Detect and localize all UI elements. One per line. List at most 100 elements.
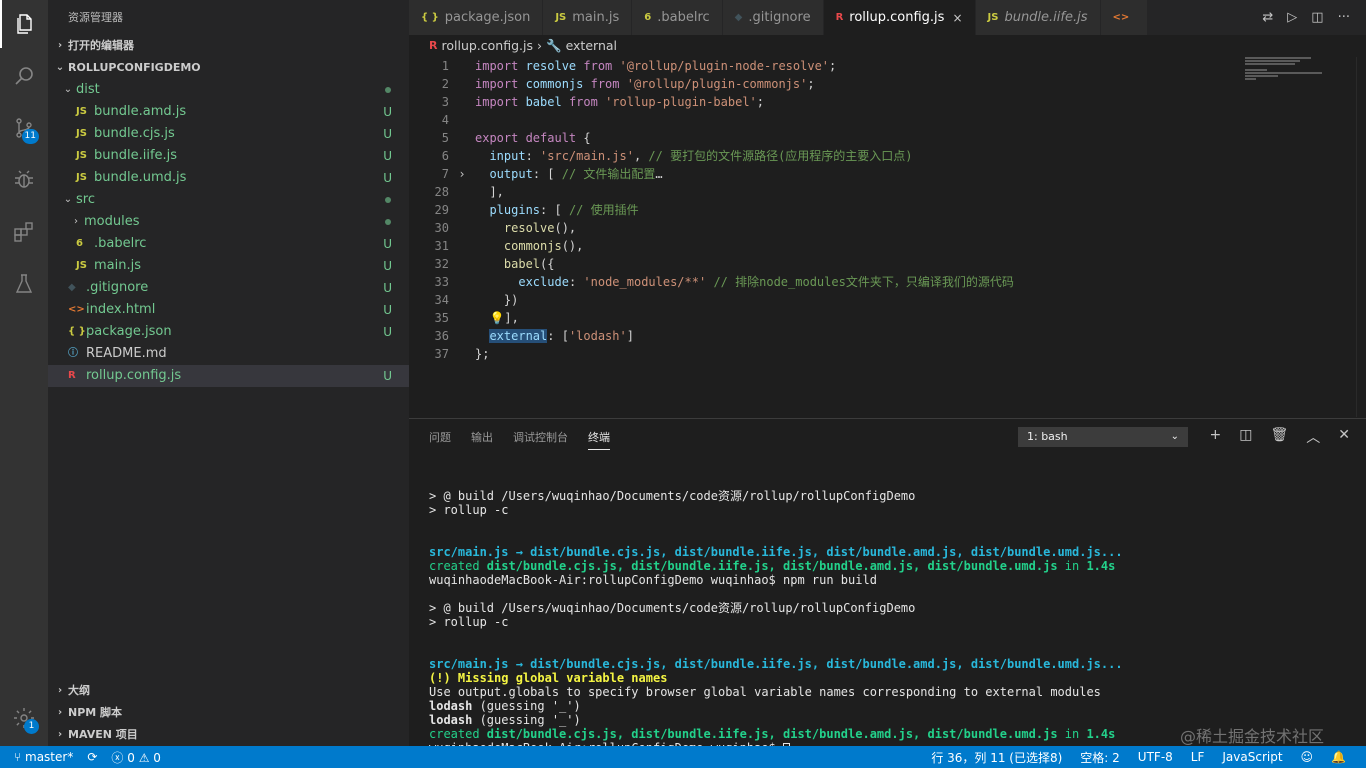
rollup-file-icon: R (429, 39, 438, 52)
eol[interactable]: LF (1191, 750, 1205, 764)
code-token: exclude (518, 275, 569, 289)
code-token: 'rollup-plugin-babel' (605, 95, 757, 109)
editor-tab[interactable]: <> (1100, 0, 1149, 35)
tree-item[interactable]: Rrollup.config.js U (48, 365, 409, 387)
tree-item[interactable]: 6 .babelrc U (48, 233, 409, 255)
code-token: '@rollup/plugin-node-resolve' (619, 59, 830, 73)
breadcrumb-symbol[interactable]: external (566, 35, 617, 57)
breadcrumb-file[interactable]: rollup.config.js (441, 35, 533, 57)
watermark: @稀土掘金技术社区 (1180, 727, 1325, 746)
tree-item[interactable]: ⓘ README.md (48, 343, 409, 365)
language-mode[interactable]: JavaScript (1222, 750, 1282, 764)
line-number: 3 (441, 95, 449, 109)
explorer-icon[interactable] (0, 0, 48, 48)
tree-item[interactable]: ◆ .gitignore U (48, 277, 409, 299)
outline-section[interactable]: › 大纲 (48, 680, 409, 702)
maximize-panel-icon[interactable]: ︿ (1306, 427, 1320, 447)
code-token: 'node_modules/**' (583, 275, 707, 289)
cursor-position[interactable]: 行 36，列 11 (已选择8) (931, 749, 1062, 766)
code-line: 34 }) (409, 291, 1349, 309)
panel-tab[interactable]: 调试控制台 (513, 429, 568, 445)
line-number: 35 (434, 311, 449, 325)
terminal-text: created (429, 727, 487, 741)
code-line: 31 commonjs(), (409, 237, 1349, 255)
code-line: 37}; (409, 345, 1349, 363)
fold-gutter (449, 291, 475, 309)
notifications-icon[interactable]: 🔔 (1331, 750, 1346, 764)
branch-item[interactable]: ⑂ master* (14, 750, 73, 764)
fold-gutter (449, 93, 475, 111)
line-number: 37 (434, 347, 449, 361)
tree-item[interactable]: JS bundle.cjs.js U (48, 123, 409, 145)
tree-item[interactable]: <> index.html U (48, 299, 409, 321)
line-number: 34 (434, 293, 449, 307)
run-icon[interactable]: ▷ (1287, 10, 1297, 25)
panel-tab[interactable]: 问题 (429, 429, 451, 445)
code-token: ; (807, 77, 815, 91)
split-terminal-icon[interactable]: ◫ (1239, 427, 1252, 447)
extensions-icon[interactable] (0, 208, 48, 256)
maven-section[interactable]: › MAVEN 项目 (48, 724, 409, 746)
sync-icon[interactable]: ⟳ (87, 750, 97, 764)
new-terminal-icon[interactable]: + (1210, 427, 1222, 447)
tree-item[interactable]: JS bundle.iife.js U (48, 145, 409, 167)
panel-tab[interactable]: 终端 (588, 429, 610, 450)
fold-chevron-icon[interactable]: › (449, 165, 475, 183)
feedback-icon[interactable]: ☺ (1301, 750, 1314, 764)
editor-tab[interactable]: JS main.js (543, 0, 633, 35)
open-editors-section[interactable]: › 打开的编辑器 (48, 35, 409, 57)
tree-item-label: modules (84, 214, 140, 229)
tree-item[interactable]: ⌄ dist (48, 79, 409, 101)
code-editor[interactable]: 1 import resolve from '@rollup/plugin-nod… (409, 57, 1349, 417)
project-section[interactable]: ⌄ ROLLUPCONFIGDEMO (48, 57, 409, 79)
code-text: plugins: [ // 使用插件 (475, 201, 638, 219)
npm-scripts-section[interactable]: › NPM 脚本 (48, 702, 409, 724)
code-token: // 要打包的文件源路径(应用程序的主要入口点) (648, 149, 913, 163)
panel-tab[interactable]: 输出 (471, 429, 493, 445)
tree-item[interactable]: JS bundle.umd.js U (48, 167, 409, 189)
scm-badge: 11 (21, 129, 39, 144)
terminal-select[interactable]: 1: bash ⌄ (1018, 427, 1188, 447)
fold-gutter (449, 237, 475, 255)
code-text: import resolve from '@rollup/plugin-node… (475, 57, 843, 75)
terminal-output[interactable]: > @ build /Users/wuqinhao/Documents/code… (429, 475, 1359, 755)
source-control-icon[interactable]: 11 (0, 104, 48, 152)
more-actions-icon[interactable]: ··· (1338, 10, 1350, 25)
fold-gutter (449, 273, 475, 291)
line-number: 2 (441, 77, 449, 91)
encoding[interactable]: UTF-8 (1138, 750, 1173, 764)
file-type-icon: R (835, 12, 844, 23)
editor-tab[interactable]: JS bundle.iife.js (975, 0, 1101, 35)
terminal-text: 1.4s (1086, 727, 1116, 741)
minimap[interactable] (1245, 57, 1355, 93)
tree-item[interactable]: › modules (48, 211, 409, 233)
close-icon[interactable]: × (952, 11, 962, 25)
split-editor-icon[interactable]: ◫ (1311, 10, 1323, 25)
testing-icon[interactable] (0, 260, 48, 308)
editor-tab[interactable]: 6 .babelrc (632, 0, 723, 35)
indentation[interactable]: 空格: 2 (1080, 749, 1120, 766)
code-line: 6 input: 'src/main.js', // 要打包的文件源路径(应用程… (409, 147, 1349, 165)
git-branch-icon: ⑂ (14, 750, 26, 764)
tree-item[interactable]: ⌄ src (48, 189, 409, 211)
search-icon[interactable] (0, 52, 48, 100)
editor-scrollbar[interactable] (1356, 57, 1366, 417)
tree-item[interactable]: JS bundle.amd.js U (48, 101, 409, 123)
problems-item[interactable]: ⓧ 0 ⚠ 0 (111, 749, 161, 766)
editor-tab[interactable]: { } package.json (409, 0, 544, 35)
terminal-line: created dist/bundle.cjs.js, dist/bundle.… (429, 559, 1359, 573)
debug-icon[interactable] (0, 156, 48, 204)
error-icon: ⓧ (111, 750, 128, 765)
tree-item[interactable]: JS main.js U (48, 255, 409, 277)
editor-tab[interactable]: Rrollup.config.js × (823, 0, 976, 35)
settings-gear-icon[interactable]: 1 (0, 694, 48, 742)
compare-changes-icon[interactable]: ⇄ (1262, 10, 1273, 25)
close-panel-icon[interactable]: ✕ (1338, 427, 1350, 447)
editor-tab[interactable]: ◆ .gitignore (722, 0, 824, 35)
tree-item[interactable]: { } package.json U (48, 321, 409, 343)
terminal-text: > @ build /Users/wuqinhao/Documents/code… (429, 601, 916, 615)
trash-icon[interactable]: 🗑 (1270, 427, 1288, 447)
